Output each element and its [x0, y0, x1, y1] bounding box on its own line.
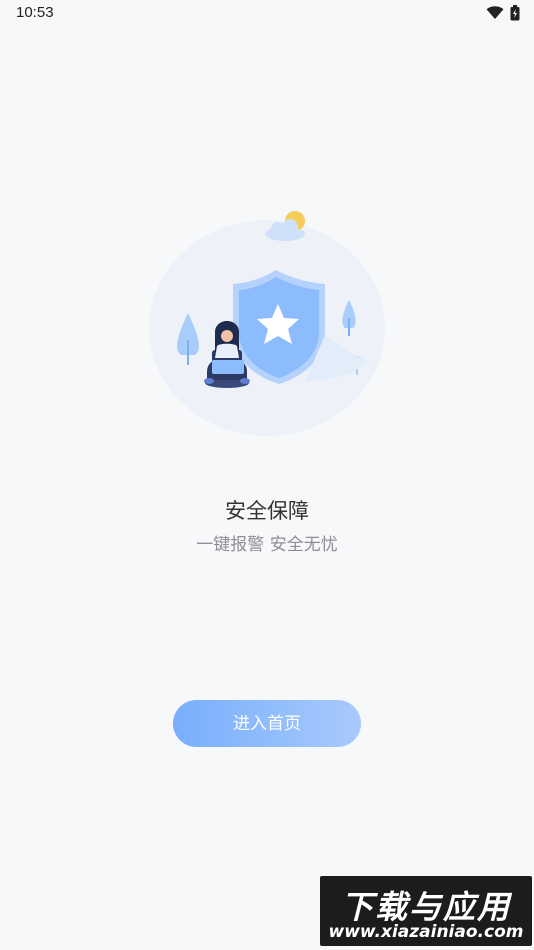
watermark-logo: 下载与应用 www.xiazainiao.com — [320, 876, 532, 946]
enter-home-button[interactable]: 进入首页 — [173, 700, 361, 747]
security-illustration — [145, 200, 390, 440]
status-icons — [486, 5, 520, 21]
status-bar: 10:53 — [0, 0, 534, 28]
watermark-url: www.xiazainiao.com — [328, 922, 524, 942]
status-time: 10:53 — [16, 4, 54, 21]
page-title: 安全保障 — [225, 499, 309, 523]
page-subtitle: 一键报警 安全无忧 — [196, 535, 338, 555]
wifi-icon — [486, 6, 504, 19]
battery-icon — [510, 5, 520, 21]
